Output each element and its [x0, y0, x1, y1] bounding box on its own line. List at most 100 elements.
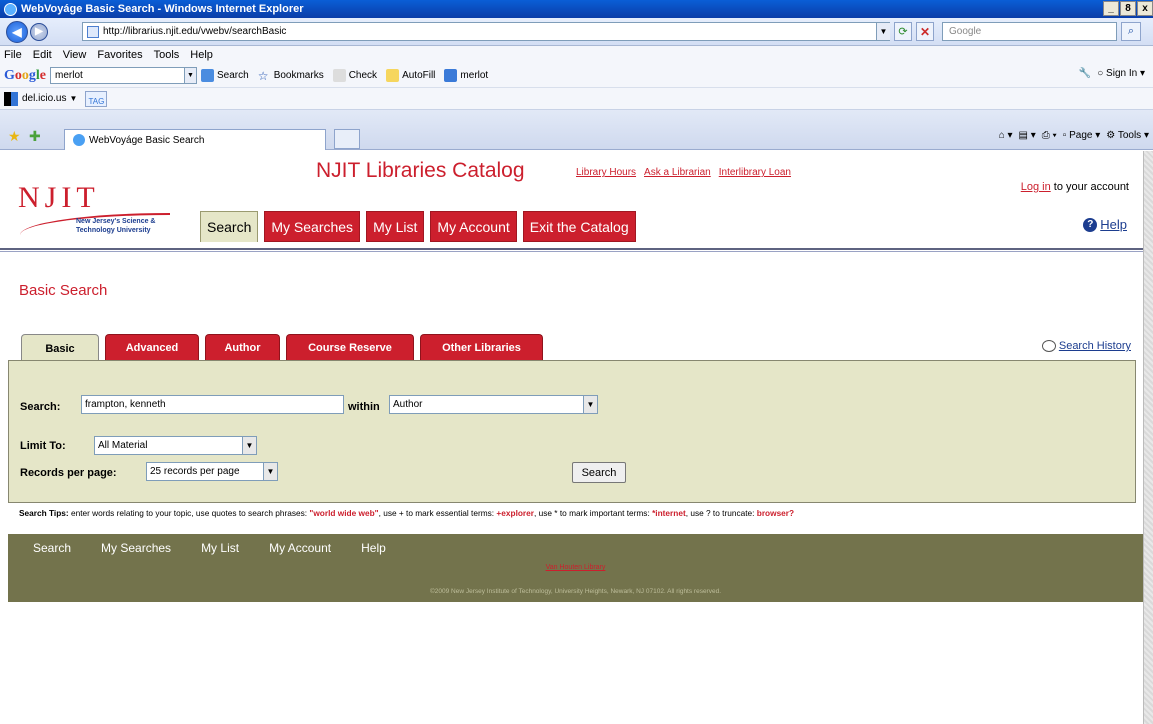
catalog-title: NJIT Libraries Catalog [316, 159, 525, 182]
address-url: http://librarius.njit.edu/vwebv/searchBa… [103, 26, 287, 37]
new-tab-button[interactable] [334, 129, 360, 149]
merlot-button[interactable]: merlot [444, 69, 488, 82]
delicious-button[interactable]: del.icio.us [22, 93, 66, 104]
page-viewport: NJIT New Jersey's Science & Technology Un… [0, 151, 1143, 724]
chevron-down-icon: ▼ [263, 463, 277, 480]
star-icon: ☆ [257, 69, 269, 83]
close-button[interactable]: x [1137, 1, 1153, 16]
tag-button[interactable]: TAG [85, 90, 108, 107]
header-divider [0, 248, 1143, 252]
page-title: Basic Search [19, 282, 108, 299]
browser-tab-bar: ★ ✚ WebVoyáge Basic Search ⌂ ▾ ▤ ▾ ⎙ ▾ ▫… [0, 110, 1153, 150]
ask-librarian-link[interactable]: Ask a Librarian [644, 167, 711, 178]
sign-in-button[interactable]: ○ Sign In ▾ [1097, 68, 1145, 79]
google-dropdown-icon[interactable]: ▼ [185, 67, 197, 84]
search-icon[interactable]: ⌕ [1121, 22, 1141, 41]
spellcheck-icon [332, 69, 346, 82]
site-header: NJIT New Jersey's Science & Technology Un… [8, 151, 1143, 247]
search-history-link[interactable]: Search History [1059, 340, 1131, 352]
check-button[interactable]: Check [332, 69, 377, 82]
nav-my-searches-tab[interactable]: My Searches [264, 211, 361, 242]
delicious-dropdown-icon[interactable]: ▼ [69, 94, 77, 103]
menu-help[interactable]: Help [190, 49, 213, 61]
print-icon[interactable]: ⎙ ▾ [1042, 130, 1057, 141]
maximize-button[interactable]: 8 [1120, 1, 1136, 16]
nav-exit-catalog-tab[interactable]: Exit the Catalog [522, 211, 636, 242]
logo-letters: NJIT [18, 181, 100, 214]
footer-my-account-link[interactable]: My Account [269, 541, 331, 555]
back-button[interactable]: ◀ [6, 20, 28, 43]
records-select[interactable]: 25 records per page ▼ [146, 462, 278, 481]
tab-advanced[interactable]: Advanced [105, 334, 199, 361]
tab-basic[interactable]: Basic [21, 334, 99, 363]
browser-tab-active[interactable]: WebVoyáge Basic Search [64, 129, 326, 150]
search-form-panel: Search: frampton, kenneth within Author … [8, 360, 1136, 503]
help-icon[interactable]: ? [1083, 217, 1098, 232]
bookmarks-button[interactable]: ☆ Bookmarks [257, 69, 324, 83]
window-title: WebVoyáge Basic Search - Windows Interne… [21, 3, 304, 15]
library-hours-link[interactable]: Library Hours [576, 167, 636, 178]
address-input[interactable]: http://librarius.njit.edu/vwebv/searchBa… [82, 22, 890, 41]
limit-select[interactable]: All Material ▼ [94, 436, 257, 455]
feeds-icon[interactable]: ▤ ▾ [1019, 130, 1036, 141]
tab-author[interactable]: Author [205, 334, 280, 361]
menu-tools[interactable]: Tools [154, 49, 180, 61]
main-nav: Search My Searches My List My Account Ex… [200, 211, 636, 242]
copyright: ©2009 New Jersey Institute of Technology… [429, 588, 722, 595]
logo-subtitle: New Jersey's Science & Technology Univers… [76, 218, 156, 234]
wrench-icon[interactable]: 🔧 [1079, 68, 1091, 79]
nav-my-account-tab[interactable]: My Account [430, 211, 517, 242]
ie-logo-icon [4, 2, 17, 16]
nav-my-list-tab[interactable]: My List [366, 211, 425, 242]
search-submit-button[interactable]: Search [572, 462, 626, 483]
search-input[interactable]: frampton, kenneth [81, 395, 344, 414]
address-dropdown-icon[interactable]: ▼ [876, 23, 890, 40]
footer-my-list-link[interactable]: My List [201, 541, 239, 555]
site-footer: Search My Searches My List My Account He… [8, 534, 1143, 602]
nav-search-tab[interactable]: Search [200, 211, 259, 242]
footer-my-searches-link[interactable]: My Searches [101, 541, 171, 555]
window-title-bar: WebVoyáge Basic Search - Windows Interne… [0, 0, 1153, 18]
autofill-button[interactable]: AutoFill [386, 69, 435, 82]
tools-menu[interactable]: ⚙ Tools ▾ [1106, 130, 1149, 141]
within-select[interactable]: Author ▼ [389, 395, 598, 414]
browser-search-input[interactable]: Google [942, 22, 1117, 41]
within-label: within [348, 401, 380, 413]
page-menu[interactable]: ▫ Page ▾ [1063, 130, 1101, 141]
forward-button[interactable]: ▶ [30, 22, 48, 41]
home-icon[interactable]: ⌂ ▾ [999, 130, 1013, 141]
footer-search-link[interactable]: Search [33, 541, 71, 555]
google-search-button[interactable]: Search [201, 69, 249, 82]
delicious-icon [4, 91, 18, 106]
autofill-icon [386, 69, 400, 82]
menu-file[interactable]: File [4, 49, 22, 61]
google-search-icon [201, 69, 214, 82]
njit-logo[interactable]: NJIT New Jersey's Science & Technology Un… [18, 181, 178, 234]
interlibrary-loan-link[interactable]: Interlibrary Loan [719, 167, 791, 178]
footer-help-link[interactable]: Help [361, 541, 386, 555]
tab-course-reserve[interactable]: Course Reserve [286, 334, 414, 361]
favorites-star-icon[interactable]: ★ [8, 128, 21, 145]
page-icon [87, 25, 99, 38]
vertical-scrollbar[interactable] [1143, 151, 1153, 724]
refresh-icon[interactable]: ⟳ [894, 22, 912, 41]
menu-favorites[interactable]: Favorites [97, 49, 142, 61]
google-search-input[interactable]: merlot [50, 67, 185, 84]
menu-view[interactable]: View [63, 49, 87, 61]
tab-other-libraries[interactable]: Other Libraries [420, 334, 543, 361]
help-area: ? Help [1083, 217, 1127, 232]
search-label: Search: [20, 401, 61, 413]
add-favorites-icon[interactable]: ✚ [29, 128, 41, 145]
menu-edit[interactable]: Edit [33, 49, 52, 61]
library-link[interactable]: Van Houten Library [8, 564, 1143, 571]
help-link[interactable]: Help [1100, 217, 1127, 232]
history-icon[interactable] [1041, 340, 1056, 352]
limit-label: Limit To: [20, 440, 66, 452]
chevron-down-icon: ▼ [242, 437, 256, 454]
menu-bar: File Edit View Favorites Tools Help [0, 46, 1153, 64]
delicious-toolbar: del.icio.us ▼ TAG [0, 88, 1153, 110]
login-link[interactable]: Log in [1021, 181, 1051, 193]
stop-icon[interactable]: ✕ [916, 22, 934, 41]
chevron-down-icon: ▼ [583, 396, 597, 413]
minimize-button[interactable]: _ [1103, 1, 1119, 16]
